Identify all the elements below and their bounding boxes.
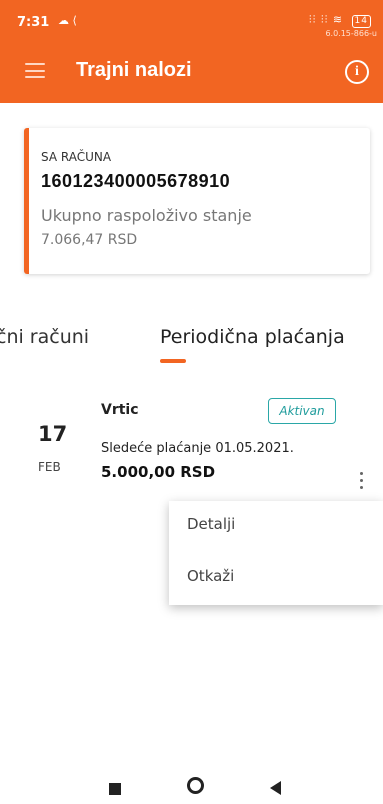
tab-accounts[interactable]: čni računi (0, 326, 89, 348)
options-menu: Detalji Otkaži (169, 501, 383, 605)
next-payment-date: Sledeće plaćanje 01.05.2021. (101, 441, 294, 456)
balance-value: 7.066,47 RSD (41, 232, 138, 248)
system-nav-bar (0, 770, 383, 804)
more-options-icon[interactable] (360, 472, 364, 490)
account-card[interactable]: SA RAČUNA 160123400005678910 Ukupno rasp… (24, 128, 370, 274)
page-title: Trajni nalozi (76, 59, 192, 81)
recent-apps-icon[interactable] (109, 783, 121, 795)
menu-item-cancel[interactable]: Otkaži (187, 567, 234, 585)
account-card-accent (24, 128, 29, 274)
menu-item-details[interactable]: Detalji (187, 515, 235, 533)
app-bar: 7:31 ☁ ⟨ ⫶⫶ ⫶⫶ ≋ 14 6.0.15-866-u Trajni … (0, 0, 383, 103)
payment-day: 17 (38, 422, 68, 446)
home-icon[interactable] (187, 777, 204, 794)
back-icon[interactable] (270, 781, 281, 795)
tab-bar: čni računi Periodična plaćanja (0, 320, 383, 370)
payment-amount: 5.000,00 RSD (101, 463, 216, 481)
active-tab-indicator (160, 359, 186, 363)
info-icon[interactable]: i (345, 60, 369, 84)
balance-label: Ukupno raspoloživo stanje (41, 206, 252, 225)
account-label: SA RAČUNA (41, 150, 112, 164)
tab-periodic-payments[interactable]: Periodična plaćanja (160, 326, 345, 348)
status-badge: Aktivan (268, 398, 336, 424)
status-time: 7:31 (17, 15, 50, 30)
signal-icons: ⫶⫶ ⫶⫶ ≋ (308, 13, 344, 26)
signal-wifi-icons: ⫶⫶ ⫶⫶ ≋ 14 (309, 13, 371, 28)
payee-name: Vrtic (101, 402, 139, 418)
payment-month: FEB (38, 460, 61, 474)
battery-icon: 14 (351, 15, 371, 28)
hamburger-menu-icon[interactable] (25, 63, 45, 78)
notification-icons: ☁ ⟨ (58, 14, 77, 27)
status-bar: 7:31 ☁ ⟨ ⫶⫶ ⫶⫶ ≋ 14 6.0.15-866-u (0, 0, 383, 38)
version-label: 6.0.15-866-u (325, 29, 377, 38)
account-number: 160123400005678910 (41, 171, 231, 191)
